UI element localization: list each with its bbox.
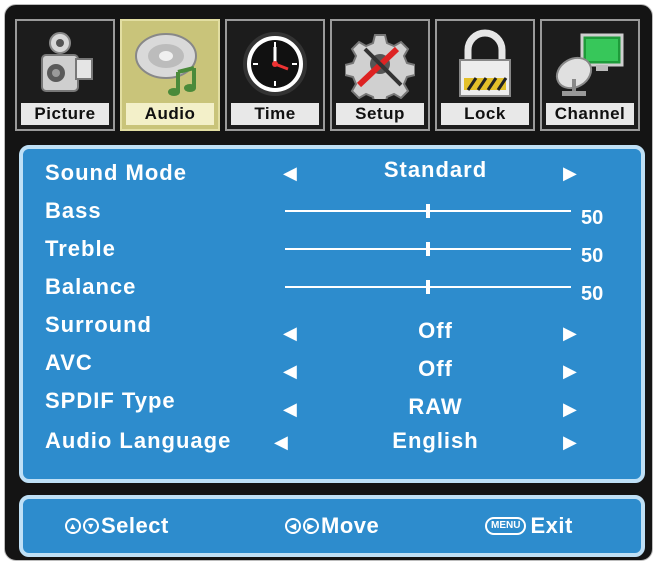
left-arrow-icon[interactable]: ◀ [283,355,297,387]
exit-hint: MENU Exit [485,499,573,553]
setting-value: English [392,428,479,453]
setting-label: Audio Language [45,428,232,453]
down-key-icon: ▼ [83,518,99,534]
surround-row[interactable]: Surround ◀ Off ▶ [23,309,641,343]
tab-audio[interactable]: Audio [120,19,220,131]
setting-label: SPDIF Type [45,388,176,413]
move-label: Move [321,513,380,538]
treble-slider[interactable]: 50 [285,242,603,267]
avc-row[interactable]: AVC ◀ Off ▶ [23,347,641,381]
osd-frame: Picture Audio Time Setup Lock Channel So… [4,4,653,561]
move-hint: ◀ ▶ Move [285,499,379,553]
setting-label: AVC [45,350,93,375]
setting-value: 50 [581,207,604,229]
gear-tools-icon [332,25,428,103]
bass-slider[interactable]: 50 [285,204,603,229]
setting-value: RAW [408,394,463,419]
tab-label: Lock [441,103,529,125]
slider-knob[interactable] [426,242,430,256]
up-key-icon: ▲ [65,518,81,534]
setting-label: Surround [45,312,152,337]
setting-label: Balance [45,274,137,299]
right-arrow-icon[interactable]: ▶ [563,426,577,458]
spdif-type-row[interactable]: SPDIF Type ◀ RAW ▶ [23,385,641,419]
tab-label: Time [231,103,319,125]
setting-value: Standard [383,157,488,182]
left-arrow-icon[interactable]: ◀ [274,426,288,458]
setting-value: 50 [581,245,604,267]
right-arrow-icon[interactable]: ▶ [563,393,577,425]
exit-label: Exit [530,513,573,538]
setting-value: 50 [581,283,604,305]
tab-label: Setup [336,103,424,125]
key-hint-bar: ▲ ▼ Select ◀ ▶ Move MENU Exit [19,495,645,557]
right-arrow-icon[interactable]: ▶ [563,355,577,387]
sound-mode-row[interactable]: Sound Mode ◀ Standard ▶ [23,157,641,189]
camcorder-icon [17,25,113,103]
right-key-icon: ▶ [303,518,319,534]
treble-row[interactable]: Treble 50 [23,233,641,267]
audio-disc-icon [122,25,218,103]
balance-slider[interactable]: 50 [285,280,603,305]
right-arrow-icon[interactable]: ▶ [563,317,577,349]
slider-knob[interactable] [426,204,430,218]
setting-value: Off [418,318,453,343]
tab-time[interactable]: Time [225,19,325,131]
left-arrow-icon[interactable]: ◀ [283,317,297,349]
select-hint: ▲ ▼ Select [65,499,169,553]
setting-label: Sound Mode [45,160,187,185]
audio-language-row[interactable]: Audio Language ◀ English ▶ [23,425,641,457]
setting-label: Bass [45,198,102,223]
slider-knob[interactable] [426,280,430,294]
padlock-icon [437,25,533,103]
tab-lock[interactable]: Lock [435,19,535,131]
setting-label: Treble [45,236,116,261]
left-arrow-icon[interactable]: ◀ [283,157,297,189]
setting-value: Off [418,356,453,381]
tab-picture[interactable]: Picture [15,19,115,131]
satellite-dish-icon [542,25,638,103]
tab-label: Channel [546,103,634,125]
tab-setup[interactable]: Setup [330,19,430,131]
tab-label: Audio [126,103,214,125]
clock-icon [227,25,323,103]
left-arrow-icon[interactable]: ◀ [283,393,297,425]
menu-key-icon: MENU [485,517,527,535]
audio-settings-panel: Sound Mode ◀ Standard ▶ Bass 50 Treble 5… [19,145,645,483]
bass-row[interactable]: Bass 50 [23,195,641,229]
select-label: Select [101,513,169,538]
tab-label: Picture [21,103,109,125]
right-arrow-icon[interactable]: ▶ [563,157,577,189]
tab-channel[interactable]: Channel [540,19,640,131]
left-key-icon: ◀ [285,518,301,534]
balance-row[interactable]: Balance 50 [23,271,641,305]
